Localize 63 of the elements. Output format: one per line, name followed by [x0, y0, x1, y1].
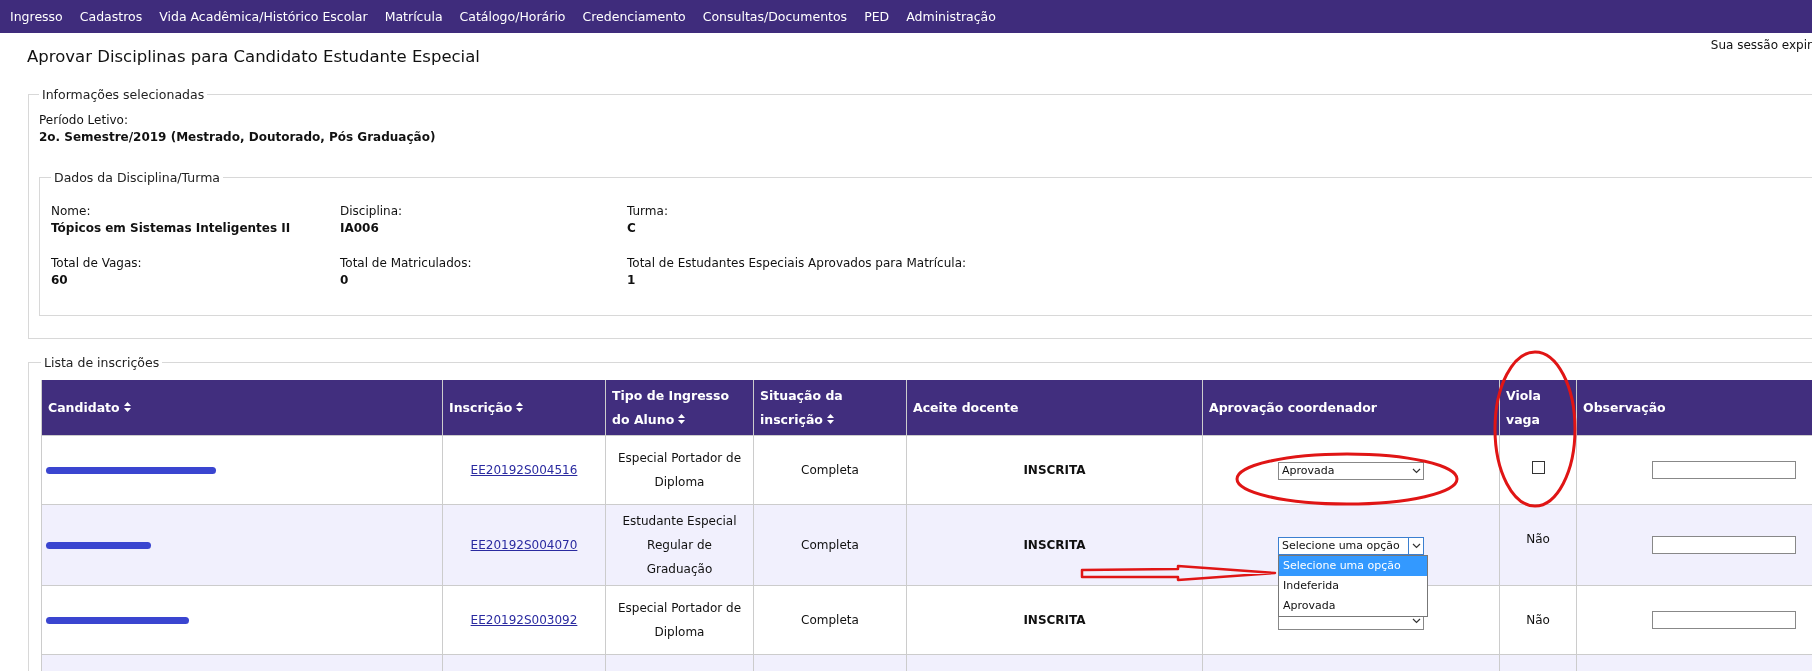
caret-icon — [1411, 467, 1421, 474]
table-cell: Completa — [801, 613, 859, 627]
field-label: Total de Estudantes Especiais Aprovados para Matrícula: — [627, 255, 968, 272]
column-header[interactable]: Tipo de Ingresso do Aluno — [605, 380, 754, 436]
column-header[interactable]: Candidato — [41, 380, 443, 436]
table-cell: Especial Portador de Diploma — [617, 451, 742, 489]
approval-select[interactable]: Selecione uma opção — [1278, 536, 1424, 555]
table-cell: INSCRITA — [1023, 463, 1086, 477]
table-cell: Não — [1526, 532, 1550, 546]
field-value: 2o. Semestre/2019 (Mestrado, Doutorado, Pós Graduação) — [39, 129, 437, 146]
sort-icon[interactable] — [678, 413, 686, 424]
enrollment-link[interactable]: EE20192S003092 — [470, 613, 578, 627]
field-label: Nome: — [51, 203, 92, 220]
column-header: Viola vaga — [1499, 380, 1577, 436]
menu-item[interactable]: Consultas/Documentos — [702, 9, 848, 24]
menu-item[interactable]: Matrícula — [384, 9, 443, 24]
enrollment-link[interactable]: EE20192S004516 — [470, 463, 578, 477]
field-label: Turma: — [627, 203, 669, 220]
field-label: Total de Vagas: — [51, 255, 143, 272]
column-header[interactable]: Situação da inscrição — [753, 380, 907, 436]
field-value: C — [627, 220, 637, 237]
table-cell: Especial Portador de Diploma — [617, 601, 742, 639]
observation-field[interactable] — [1652, 611, 1796, 629]
table-cell: Estudante Especial Regular de Graduação — [622, 514, 737, 576]
caret-icon — [1411, 542, 1421, 549]
field-value: IA006 — [340, 220, 380, 237]
page-title: Aprovar Disciplinas para Candidato Estudante Especial — [27, 47, 480, 66]
field-label: Período Letivo: — [39, 112, 129, 129]
menu-item[interactable]: Credenciamento — [582, 9, 686, 24]
table-cell: INSCRITA — [1023, 613, 1086, 627]
column-header[interactable]: Inscrição — [442, 380, 606, 436]
observation-field[interactable] — [1652, 461, 1796, 479]
field-value: 1 — [627, 272, 637, 289]
panel-legend: Dados da Disciplina/Turma — [51, 170, 223, 185]
sort-icon[interactable] — [516, 401, 524, 412]
sort-icon[interactable] — [826, 413, 834, 424]
table-cell: INSCRITA — [1023, 538, 1086, 552]
table-cell: Completa — [801, 538, 859, 552]
table-cell: Não — [1526, 613, 1550, 627]
panel-legend: Lista de inscrições — [41, 355, 163, 370]
menu-item[interactable]: Administração — [906, 9, 996, 24]
field-value: 60 — [51, 272, 69, 289]
menu-item[interactable]: Vida Acadêmica/Histórico Escolar — [159, 9, 368, 24]
table-cell: Completa — [801, 463, 859, 477]
caret-icon — [1411, 617, 1421, 624]
menu-item[interactable]: PED — [864, 9, 890, 24]
field-label: Disciplina: — [340, 203, 404, 220]
approval-select[interactable]: Aprovada — [1278, 461, 1424, 480]
field-value: Tópicos em Sistemas Inteligentes II — [51, 220, 292, 237]
enrollment-link[interactable]: EE20192S004070 — [470, 538, 578, 552]
sort-icon[interactable] — [123, 401, 131, 412]
column-header: Aprovação coordenador — [1202, 380, 1500, 436]
column-header: Aceite docente — [906, 380, 1203, 436]
column-header: Observação — [1576, 380, 1812, 436]
menu-item[interactable]: Ingresso — [10, 9, 63, 24]
menu-item[interactable]: Catálogo/Horário — [459, 9, 566, 24]
observation-field[interactable] — [1652, 536, 1796, 554]
field-value: 0 — [340, 272, 350, 289]
menu-item[interactable]: Cadastros — [79, 9, 143, 24]
field-label: Total de Matriculados: — [340, 255, 473, 272]
panel-legend: Informações selecionadas — [39, 87, 208, 102]
checkbox[interactable] — [1531, 461, 1545, 474]
session-notice: Sua sessão expir — [1710, 38, 1812, 52]
